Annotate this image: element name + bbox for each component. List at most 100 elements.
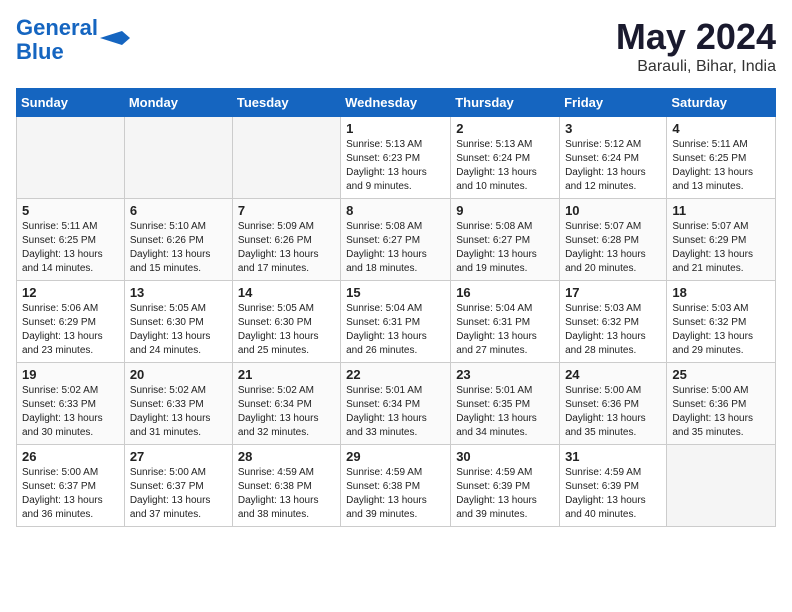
- day-info: Sunrise: 5:04 AM Sunset: 6:31 PM Dayligh…: [456, 302, 554, 358]
- calendar-cell: 22 Sunrise: 5:01 AM Sunset: 6:34 PM Dayli…: [341, 363, 451, 445]
- day-number: 15: [346, 285, 445, 300]
- calendar-cell: [124, 117, 232, 199]
- day-number: 6: [130, 203, 227, 218]
- weekday-header-row: SundayMondayTuesdayWednesdayThursdayFrid…: [17, 89, 776, 117]
- day-number: 11: [672, 203, 770, 218]
- day-info: Sunrise: 5:01 AM Sunset: 6:35 PM Dayligh…: [456, 384, 554, 440]
- day-info: Sunrise: 5:00 AM Sunset: 6:36 PM Dayligh…: [565, 384, 661, 440]
- weekday-header-thursday: Thursday: [451, 89, 560, 117]
- day-number: 3: [565, 121, 661, 136]
- day-number: 31: [565, 449, 661, 464]
- day-info: Sunrise: 5:09 AM Sunset: 6:26 PM Dayligh…: [238, 220, 335, 276]
- day-info: Sunrise: 5:00 AM Sunset: 6:37 PM Dayligh…: [22, 466, 119, 522]
- week-row-1: 1Sunrise: 5:13 AM Sunset: 6:23 PM Daylig…: [17, 117, 776, 199]
- calendar-cell: 7Sunrise: 5:09 AM Sunset: 6:26 PM Daylig…: [232, 199, 340, 281]
- calendar-cell: 23 Sunrise: 5:01 AM Sunset: 6:35 PM Dayli…: [451, 363, 560, 445]
- calendar-cell: 13Sunrise: 5:05 AM Sunset: 6:30 PM Dayli…: [124, 281, 232, 363]
- day-number: 21: [238, 367, 335, 382]
- calendar-cell: 28 Sunrise: 4:59 AM Sunset: 6:38 PM Dayli…: [232, 445, 340, 527]
- day-info: Sunrise: 5:11 AM Sunset: 6:25 PM Dayligh…: [672, 138, 770, 194]
- calendar-cell: 10 Sunrise: 5:07 AM Sunset: 6:28 PM Dayli…: [560, 199, 667, 281]
- calendar-cell: 29 Sunrise: 4:59 AM Sunset: 6:38 PM Dayli…: [341, 445, 451, 527]
- day-number: 17: [565, 285, 661, 300]
- day-info: Sunrise: 5:04 AM Sunset: 6:31 PM Dayligh…: [346, 302, 445, 358]
- calendar-cell: 8 Sunrise: 5:08 AM Sunset: 6:27 PM Daylig…: [341, 199, 451, 281]
- day-number: 28: [238, 449, 335, 464]
- day-info: Sunrise: 5:10 AM Sunset: 6:26 PM Dayligh…: [130, 220, 227, 276]
- day-number: 10: [565, 203, 661, 218]
- day-number: 25: [672, 367, 770, 382]
- weekday-header-tuesday: Tuesday: [232, 89, 340, 117]
- location: Barauli, Bihar, India: [616, 58, 776, 76]
- day-info: Sunrise: 4:59 AM Sunset: 6:39 PM Dayligh…: [565, 466, 661, 522]
- day-info: Sunrise: 5:11 AM Sunset: 6:25 PM Dayligh…: [22, 220, 119, 276]
- day-info: Sunrise: 5:12 AM Sunset: 6:24 PM Dayligh…: [565, 138, 661, 194]
- month-year: May 2024: [616, 16, 776, 58]
- title-block: May 2024 Barauli, Bihar, India: [616, 16, 776, 76]
- calendar-cell: 11 Sunrise: 5:07 AM Sunset: 6:29 PM Dayli…: [667, 199, 776, 281]
- day-number: 5: [22, 203, 119, 218]
- calendar-cell: 14Sunrise: 5:05 AM Sunset: 6:30 PM Dayli…: [232, 281, 340, 363]
- day-number: 1: [346, 121, 445, 136]
- day-info: Sunrise: 5:02 AM Sunset: 6:33 PM Dayligh…: [130, 384, 227, 440]
- day-info: Sunrise: 5:13 AM Sunset: 6:24 PM Dayligh…: [456, 138, 554, 194]
- day-number: 29: [346, 449, 445, 464]
- day-info: Sunrise: 4:59 AM Sunset: 6:38 PM Dayligh…: [238, 466, 335, 522]
- day-number: 13: [130, 285, 227, 300]
- calendar-cell: 6 Sunrise: 5:10 AM Sunset: 6:26 PM Daylig…: [124, 199, 232, 281]
- weekday-header-wednesday: Wednesday: [341, 89, 451, 117]
- weekday-header-sunday: Sunday: [17, 89, 125, 117]
- day-number: 9: [456, 203, 554, 218]
- day-info: Sunrise: 5:01 AM Sunset: 6:34 PM Dayligh…: [346, 384, 445, 440]
- day-number: 8: [346, 203, 445, 218]
- day-number: 12: [22, 285, 119, 300]
- page-header: GeneralBlue May 2024 Barauli, Bihar, Ind…: [16, 16, 776, 76]
- calendar-cell: 1Sunrise: 5:13 AM Sunset: 6:23 PM Daylig…: [341, 117, 451, 199]
- week-row-4: 19 Sunrise: 5:02 AM Sunset: 6:33 PM Dayli…: [17, 363, 776, 445]
- day-number: 22: [346, 367, 445, 382]
- calendar-cell: 4 Sunrise: 5:11 AM Sunset: 6:25 PM Daylig…: [667, 117, 776, 199]
- day-number: 24: [565, 367, 661, 382]
- week-row-2: 5 Sunrise: 5:11 AM Sunset: 6:25 PM Daylig…: [17, 199, 776, 281]
- day-info: Sunrise: 5:06 AM Sunset: 6:29 PM Dayligh…: [22, 302, 119, 358]
- day-number: 19: [22, 367, 119, 382]
- day-info: Sunrise: 5:02 AM Sunset: 6:33 PM Dayligh…: [22, 384, 119, 440]
- weekday-header-friday: Friday: [560, 89, 667, 117]
- logo-text: GeneralBlue: [16, 16, 98, 64]
- day-info: Sunrise: 4:59 AM Sunset: 6:38 PM Dayligh…: [346, 466, 445, 522]
- day-info: Sunrise: 5:08 AM Sunset: 6:27 PM Dayligh…: [346, 220, 445, 276]
- calendar-cell: 27Sunrise: 5:00 AM Sunset: 6:37 PM Dayli…: [124, 445, 232, 527]
- week-row-5: 26 Sunrise: 5:00 AM Sunset: 6:37 PM Dayli…: [17, 445, 776, 527]
- day-number: 30: [456, 449, 554, 464]
- day-info: Sunrise: 5:07 AM Sunset: 6:29 PM Dayligh…: [672, 220, 770, 276]
- calendar-cell: 16 Sunrise: 5:04 AM Sunset: 6:31 PM Dayli…: [451, 281, 560, 363]
- calendar-cell: 20 Sunrise: 5:02 AM Sunset: 6:33 PM Dayli…: [124, 363, 232, 445]
- calendar-cell: 30 Sunrise: 4:59 AM Sunset: 6:39 PM Dayli…: [451, 445, 560, 527]
- day-info: Sunrise: 5:07 AM Sunset: 6:28 PM Dayligh…: [565, 220, 661, 276]
- logo: GeneralBlue: [16, 16, 130, 64]
- day-info: Sunrise: 5:03 AM Sunset: 6:32 PM Dayligh…: [565, 302, 661, 358]
- day-number: 4: [672, 121, 770, 136]
- calendar-cell: [667, 445, 776, 527]
- day-number: 14: [238, 285, 335, 300]
- calendar-cell: [232, 117, 340, 199]
- day-number: 26: [22, 449, 119, 464]
- day-number: 23: [456, 367, 554, 382]
- calendar-cell: 31 Sunrise: 4:59 AM Sunset: 6:39 PM Dayli…: [560, 445, 667, 527]
- calendar-cell: 25Sunrise: 5:00 AM Sunset: 6:36 PM Dayli…: [667, 363, 776, 445]
- calendar-cell: 18Sunrise: 5:03 AM Sunset: 6:32 PM Dayli…: [667, 281, 776, 363]
- calendar-cell: 3 Sunrise: 5:12 AM Sunset: 6:24 PM Daylig…: [560, 117, 667, 199]
- day-info: Sunrise: 4:59 AM Sunset: 6:39 PM Dayligh…: [456, 466, 554, 522]
- weekday-header-saturday: Saturday: [667, 89, 776, 117]
- day-number: 2: [456, 121, 554, 136]
- day-info: Sunrise: 5:02 AM Sunset: 6:34 PM Dayligh…: [238, 384, 335, 440]
- day-number: 16: [456, 285, 554, 300]
- day-number: 20: [130, 367, 227, 382]
- calendar-cell: 2 Sunrise: 5:13 AM Sunset: 6:24 PM Daylig…: [451, 117, 560, 199]
- calendar-cell: 15 Sunrise: 5:04 AM Sunset: 6:31 PM Dayli…: [341, 281, 451, 363]
- calendar-cell: 19 Sunrise: 5:02 AM Sunset: 6:33 PM Dayli…: [17, 363, 125, 445]
- calendar-cell: 9Sunrise: 5:08 AM Sunset: 6:27 PM Daylig…: [451, 199, 560, 281]
- calendar-cell: 24 Sunrise: 5:00 AM Sunset: 6:36 PM Dayli…: [560, 363, 667, 445]
- week-row-3: 12 Sunrise: 5:06 AM Sunset: 6:29 PM Dayli…: [17, 281, 776, 363]
- day-info: Sunrise: 5:03 AM Sunset: 6:32 PM Dayligh…: [672, 302, 770, 358]
